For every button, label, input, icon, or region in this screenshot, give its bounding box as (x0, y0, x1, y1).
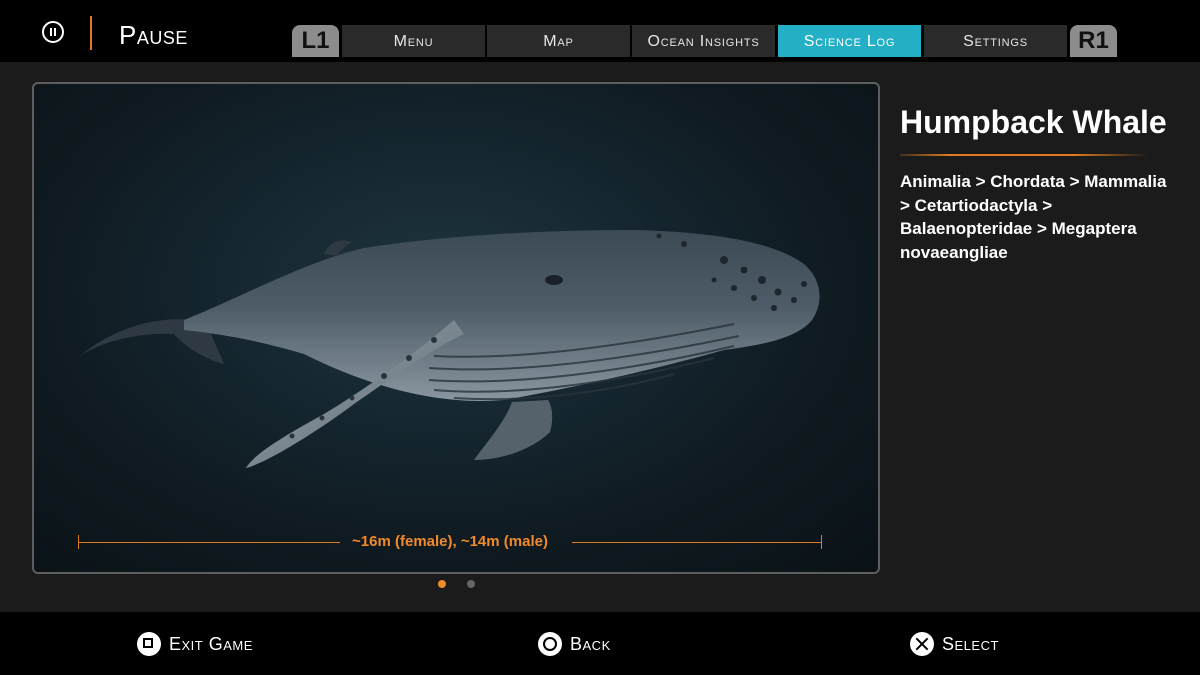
page-title: Pause (119, 20, 188, 50)
page-indicator-dot[interactable] (467, 580, 475, 588)
tab-settings[interactable]: Settings (924, 25, 1067, 57)
species-name: Humpback Whale (900, 104, 1167, 140)
square-button-icon (137, 632, 161, 656)
select-button[interactable]: Select (910, 631, 999, 657)
size-measurement: ~16m (female), ~14m (male) (78, 532, 822, 552)
back-label: Back (570, 633, 611, 654)
title-divider (90, 16, 92, 50)
humpback-whale-illustration (80, 230, 820, 468)
pause-circle-icon (42, 21, 64, 43)
top-bar: Pause L1 Menu Map Ocean Insights Science… (0, 0, 1200, 62)
measure-line-right (572, 542, 822, 543)
select-label: Select (942, 633, 999, 654)
exit-game-button[interactable]: Exit Game (137, 631, 253, 657)
cross-button-icon (910, 632, 934, 656)
tab-map[interactable]: Map (487, 25, 630, 57)
back-button[interactable]: Back (538, 631, 611, 657)
l1-shoulder-button[interactable]: L1 (292, 25, 339, 57)
tab-menu[interactable]: Menu (342, 25, 485, 57)
circle-button-icon (538, 632, 562, 656)
page-indicator-dot-active[interactable] (438, 580, 446, 588)
species-taxonomy: Animalia > Chordata > Mammalia > Cetarti… (900, 172, 1167, 262)
name-underline (900, 154, 1148, 156)
measure-tick-right (821, 535, 822, 549)
tab-ocean-insights[interactable]: Ocean Insights (632, 25, 775, 57)
tab-science-log[interactable]: Science Log (778, 25, 921, 57)
species-image-panel: ~16m (female), ~14m (male) (32, 82, 880, 574)
r1-shoulder-button[interactable]: R1 (1070, 25, 1117, 57)
exit-game-label: Exit Game (169, 633, 253, 654)
bottom-bar: Exit Game Back Select (0, 612, 1200, 675)
